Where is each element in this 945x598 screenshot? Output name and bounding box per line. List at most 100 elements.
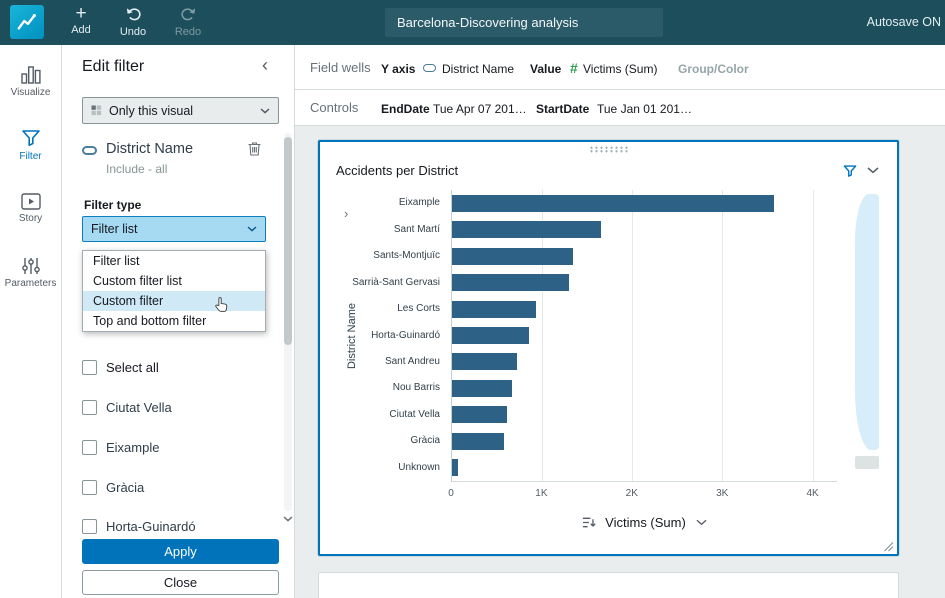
collapse-panel-icon[interactable]: ‹ <box>262 55 268 76</box>
chevron-down-icon <box>696 519 707 526</box>
sidebar-item-parameters[interactable]: Parameters <box>0 257 61 289</box>
filter-type-label: Filter type <box>84 198 142 212</box>
start-date-label: StartDate <box>536 102 590 116</box>
checkbox-icon[interactable] <box>82 519 97 534</box>
sidebar-item-story[interactable]: Story <box>0 193 61 224</box>
trash-icon[interactable] <box>247 141 262 157</box>
analysis-canvas: Accidents per District › District Name E… <box>295 126 945 598</box>
dimension-pill-icon <box>423 64 436 72</box>
x-axis-ticks: 0 1K 2K 3K 4K <box>448 488 837 502</box>
scroll-down-icon[interactable] <box>283 516 293 522</box>
filter-type-option[interactable]: Custom filter <box>83 291 265 311</box>
sort-icon <box>581 516 596 529</box>
checkbox-row[interactable]: Ciutat Vella <box>82 400 172 415</box>
drag-handle-icon[interactable] <box>588 146 629 153</box>
bar[interactable] <box>452 379 512 397</box>
x-tick-label: 3K <box>716 488 729 499</box>
analysis-title[interactable]: Barcelona-Discovering analysis <box>385 8 663 37</box>
chevron-down-icon <box>247 226 257 232</box>
sliders-icon <box>0 257 61 275</box>
sidebar-item-label: Parameters <box>4 278 57 289</box>
panel-scrollbar[interactable] <box>284 133 292 511</box>
end-date-control[interactable]: Tue Apr 07 201… <box>433 102 527 116</box>
hand-cursor-icon <box>213 296 229 313</box>
visual-filter-icon[interactable] <box>843 164 857 178</box>
filter-scope-select[interactable]: Only this visual <box>82 97 279 124</box>
sidebar-item-label: Visualize <box>10 87 51 98</box>
bar[interactable] <box>452 194 774 212</box>
checkbox-row[interactable]: Gràcia <box>82 480 144 495</box>
bar-chart-icon <box>0 66 61 84</box>
measure-hash-icon: # <box>570 60 578 76</box>
sidebar-item-visualize[interactable]: Visualize <box>0 66 61 98</box>
visual-card-partial[interactable] <box>318 572 899 598</box>
sidebar-item-label: Story <box>18 213 43 224</box>
x-tick-label: 1K <box>535 488 548 499</box>
field-wells-bar: Field wells Y axis District Name Value #… <box>295 45 945 90</box>
quicksight-logo[interactable] <box>10 5 44 39</box>
chart-scroll-preview[interactable] <box>847 192 881 482</box>
bar[interactable] <box>452 432 505 450</box>
scope-value: Only this visual <box>109 103 194 118</box>
filter-type-select[interactable]: Filter list <box>82 216 266 242</box>
bar[interactable] <box>452 300 536 318</box>
chevron-down-icon <box>260 107 270 114</box>
redo-button[interactable]: Redo <box>168 4 208 42</box>
undo-label: Undo <box>119 26 147 38</box>
start-date-control[interactable]: Tue Jan 01 201… <box>597 102 692 116</box>
category-label: Les Corts <box>397 303 440 315</box>
dimension-pill-icon <box>82 146 97 155</box>
visual-menu-chevron-icon[interactable] <box>867 167 879 174</box>
add-button[interactable]: + Add <box>64 4 98 42</box>
category-label: Sant Andreu <box>384 355 440 367</box>
checkbox-icon[interactable] <box>82 400 97 415</box>
story-icon <box>0 193 61 210</box>
filter-type-option[interactable]: Filter list <box>83 251 265 271</box>
filter-type-value: Filter list <box>91 222 138 236</box>
bar[interactable] <box>452 274 570 292</box>
checkbox-icon[interactable] <box>82 440 97 455</box>
category-label: Nou Barris <box>392 382 440 394</box>
scroll-preview-thumb[interactable] <box>855 456 879 469</box>
value-field-chip[interactable]: Victims (Sum) <box>583 62 657 76</box>
visual-card-accidents-per-district[interactable]: Accidents per District › District Name E… <box>318 140 899 556</box>
select-all-label: Select all <box>106 360 159 375</box>
value-well-label: Value <box>530 62 562 76</box>
bar[interactable] <box>452 406 507 424</box>
bar[interactable] <box>452 221 601 239</box>
checkbox-row[interactable]: Eixample <box>82 440 159 455</box>
checkbox-label: Eixample <box>106 440 160 455</box>
category-label: Horta-Guinardó <box>371 329 440 341</box>
sort-control[interactable]: Victims (Sum) <box>451 514 837 532</box>
checkbox-icon[interactable] <box>82 360 97 375</box>
x-tick-label: 0 <box>448 488 454 499</box>
x-tick-label: 2K <box>625 488 638 499</box>
scroll-preview-window[interactable] <box>855 194 879 450</box>
scrollbar-thumb[interactable] <box>284 137 292 345</box>
bar[interactable] <box>452 247 573 265</box>
bar[interactable] <box>452 459 459 477</box>
close-button[interactable]: Close <box>82 570 279 595</box>
apply-button[interactable]: Apply <box>82 539 279 564</box>
checkbox-icon[interactable] <box>82 480 97 495</box>
autosave-toggle[interactable]: Autosave ON <box>867 0 941 45</box>
add-label: Add <box>71 24 91 36</box>
resize-handle-icon[interactable] <box>883 541 894 552</box>
filter-type-option[interactable]: Custom filter list <box>83 271 265 291</box>
gridline <box>812 190 814 481</box>
bar[interactable] <box>452 327 529 344</box>
sidebar-item-filter[interactable]: Filter <box>0 128 61 162</box>
y-axis-field-chip[interactable]: District Name <box>442 62 514 76</box>
category-label: Sarrià-Sant Gervasi <box>352 276 440 288</box>
bar[interactable] <box>452 353 517 371</box>
select-all-checkbox-row[interactable]: Select all <box>82 360 159 375</box>
checkbox-label: Gràcia <box>106 480 145 495</box>
quicksight-app: + Add Undo Redo Barcelona-Discovering an… <box>0 0 945 598</box>
y-axis-well-label: Y axis <box>381 62 416 76</box>
group-color-well-label[interactable]: Group/Color <box>678 62 749 76</box>
filter-type-option[interactable]: Top and bottom filter <box>83 311 265 331</box>
undo-button[interactable]: Undo <box>113 4 153 42</box>
checkbox-label: Ciutat Vella <box>106 400 172 415</box>
category-label: Sants-Montjuïc <box>373 250 440 262</box>
checkbox-row[interactable]: Horta-Guinardó <box>82 519 196 534</box>
